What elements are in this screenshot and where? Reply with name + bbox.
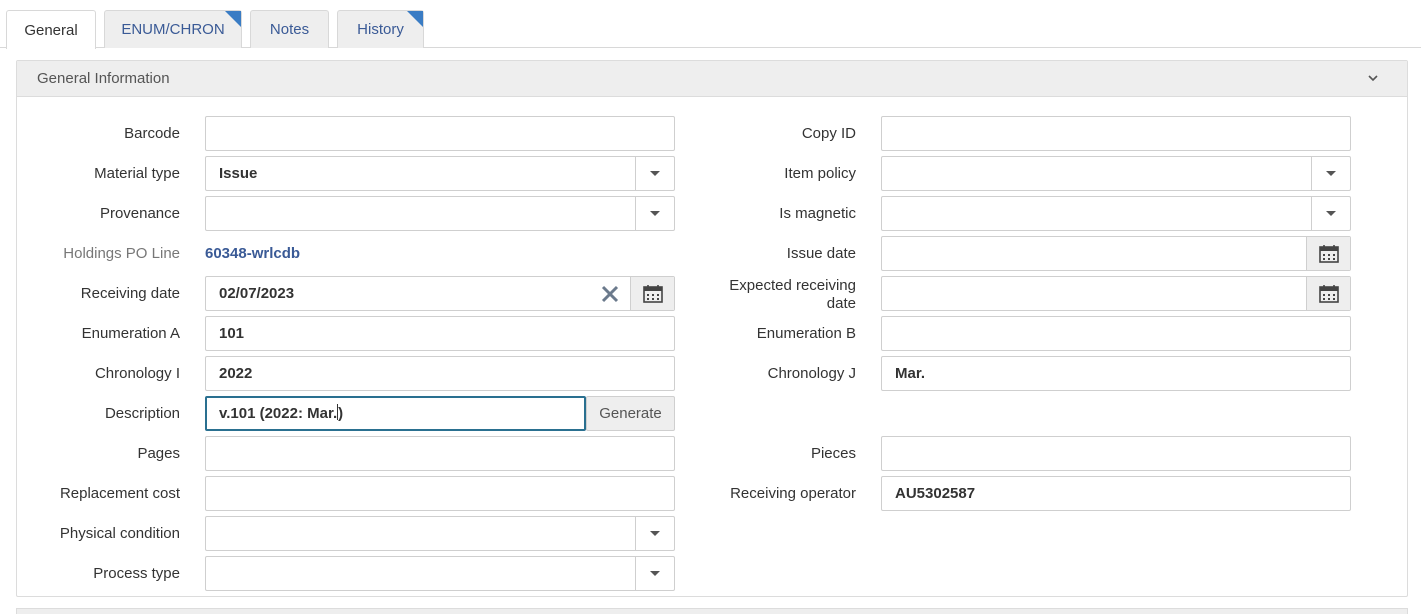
chevron-down-icon[interactable] (635, 517, 674, 550)
enumeration-b-field[interactable] (881, 316, 1351, 351)
issue-date-field[interactable] (881, 236, 1351, 271)
pages-label: Pages (137, 445, 180, 462)
physical-condition-select[interactable] (205, 516, 675, 551)
tab-label: History (357, 21, 404, 38)
description-value: v.101 (2022: Mar. (219, 405, 338, 422)
calendar-icon[interactable] (1306, 237, 1350, 270)
material-type-label: Material type (94, 165, 180, 182)
label-line: Expected receiving (729, 277, 856, 294)
holdings-po-line-label: Holdings PO Line (63, 245, 180, 262)
panel-header[interactable]: General Information (17, 61, 1407, 97)
tab-history[interactable]: History (337, 10, 424, 48)
receiving-operator-field[interactable]: AU5302587 (881, 476, 1351, 511)
chronology-j-label: Chronology J (767, 365, 856, 382)
material-type-select[interactable]: Issue (205, 156, 675, 191)
material-type-value: Issue (219, 165, 258, 182)
is-magnetic-label: Is magnetic (779, 205, 856, 222)
tab-general[interactable]: General (6, 10, 96, 49)
item-policy-select[interactable] (881, 156, 1351, 191)
pieces-label: Pieces (810, 445, 856, 462)
barcode-field[interactable] (205, 116, 675, 151)
expected-receiving-date-label: Expected receiving date (729, 277, 856, 313)
next-section-header[interactable] (16, 608, 1408, 614)
chevron-down-icon[interactable] (1367, 72, 1379, 84)
enumeration-a-label: Enumeration A (81, 325, 180, 342)
chevron-down-icon[interactable] (635, 557, 674, 590)
expected-receiving-date-field[interactable] (881, 276, 1351, 311)
tab-label: ENUM/CHRON (121, 21, 225, 38)
calendar-icon[interactable] (630, 277, 674, 310)
receiving-operator-label: Receiving operator (730, 485, 856, 502)
copy-id-label: Copy ID (801, 125, 856, 142)
provenance-select[interactable] (205, 196, 675, 231)
pages-field[interactable] (205, 436, 675, 471)
enumeration-a-field[interactable]: 101 (205, 316, 675, 351)
tab-label: General (24, 21, 78, 39)
replacement-cost-label: Replacement cost (59, 485, 180, 502)
issue-date-label: Issue date (786, 245, 856, 262)
enumeration-b-label: Enumeration B (756, 325, 856, 342)
close-icon[interactable] (600, 284, 620, 304)
receiving-date-value: 02/07/2023 (219, 285, 295, 302)
chevron-down-icon[interactable] (1311, 157, 1350, 190)
item-policy-label: Item policy (784, 165, 856, 182)
physical-condition-label: Physical condition (59, 525, 180, 542)
description-label: Description (104, 405, 180, 422)
chevron-down-icon[interactable] (1311, 197, 1350, 230)
tab-enum-chron[interactable]: ENUM/CHRON (104, 10, 242, 48)
replacement-cost-field[interactable] (205, 476, 675, 511)
process-type-label: Process type (93, 565, 180, 582)
holdings-po-line-link[interactable]: 60348-wrlcdb (205, 245, 300, 263)
barcode-label: Barcode (124, 125, 180, 142)
chronology-i-field[interactable]: 2022 (205, 356, 675, 391)
chronology-i-label: Chronology I (94, 365, 180, 382)
chronology-j-field[interactable]: Mar. (881, 356, 1351, 391)
corner-flag-icon (407, 11, 423, 27)
generate-button[interactable]: Generate (586, 396, 675, 431)
pieces-field[interactable] (881, 436, 1351, 471)
receiving-date-field[interactable]: 02/07/2023 (205, 276, 675, 311)
panel-title: General Information (37, 70, 170, 87)
is-magnetic-select[interactable] (881, 196, 1351, 231)
chevron-down-icon[interactable] (635, 157, 674, 190)
chevron-down-icon[interactable] (635, 197, 674, 230)
description-value-tail: ) (338, 405, 344, 422)
tab-label: Notes (269, 21, 310, 38)
provenance-label: Provenance (99, 205, 180, 222)
calendar-icon[interactable] (1306, 277, 1350, 310)
description-field[interactable]: v.101 (2022: Mar.) (205, 396, 586, 431)
copy-id-field[interactable] (881, 116, 1351, 151)
label-line: date (826, 295, 856, 312)
corner-flag-icon (225, 11, 241, 27)
tab-notes[interactable]: Notes (250, 10, 329, 48)
tab-bar: General ENUM/CHRON Notes History (0, 0, 1421, 49)
process-type-select[interactable] (205, 556, 675, 591)
receiving-date-label: Receiving date (80, 285, 180, 302)
